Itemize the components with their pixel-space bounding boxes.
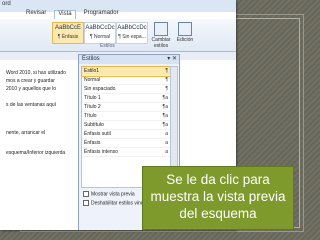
styles-pane-title: Estilos	[82, 56, 100, 62]
tab-revisar[interactable]: Revisar	[26, 10, 46, 19]
callout-box: Se le da clic para muestra la vista prev…	[142, 166, 294, 230]
doc-line: 2010 y aquellos que lo	[6, 86, 57, 92]
style-item-titulo-1[interactable]: Título 1 ¶a	[82, 94, 170, 103]
style-gallery-item-normal[interactable]: AaBbCcDc ¶ Normal	[84, 22, 116, 44]
style-item-subtitulo[interactable]: Subtítulo ¶a	[82, 121, 170, 130]
show-preview-checkbox[interactable]: Mostrar vista previa	[83, 191, 135, 197]
app-title: ord	[2, 1, 11, 7]
style-item-enfasis-intenso[interactable]: Énfasis intenso a	[82, 148, 170, 157]
close-icon[interactable]: ▾ ✕	[167, 55, 177, 64]
style-item-titulo-2[interactable]: Título 2 ¶a	[82, 103, 170, 112]
style-gallery-item-sin-espaciado[interactable]: AaBbCcDc ¶ Sin espa...	[116, 22, 148, 44]
styles-group-label: Estilos	[100, 43, 115, 49]
doc-line: Word 2010, si has utilizado	[6, 70, 66, 76]
callout-text: Se le da clic para muestra la vista prev…	[150, 172, 286, 221]
ribbon: AaBbCcE ¶ Énfasis AaBbCcDc ¶ Normal AaBb…	[0, 19, 236, 52]
change-styles-button[interactable]: Cambiar estilos	[150, 22, 172, 49]
style-item-titulo[interactable]: Título ¶a	[82, 112, 170, 121]
style-gallery-item-enfasis[interactable]: AaBbCcE ¶ Énfasis	[52, 22, 84, 44]
style-item-enfasis[interactable]: Énfasis a	[82, 139, 170, 148]
styles-pane-header: Estilos ▾ ✕	[79, 55, 179, 64]
tab-programador[interactable]: Programador	[84, 10, 119, 19]
style-item-sin-espaciado[interactable]: Sin espaciado ¶	[82, 85, 170, 94]
doc-line: esquema/Inferior izquierda	[6, 150, 66, 156]
edit-icon	[178, 22, 192, 36]
doc-line: nente, arrancar el	[6, 130, 46, 136]
style-item-normal[interactable]: Normal ¶	[82, 76, 170, 85]
tab-vista[interactable]: Vista	[54, 10, 76, 19]
style-item-estilo1[interactable]: Estilo1 ¶	[81, 66, 171, 77]
change-styles-icon	[154, 22, 168, 36]
ribbon-tabs: Revisar Vista Programador	[26, 10, 119, 19]
edit-button[interactable]: Edición	[174, 22, 196, 46]
doc-line: s de las ventanas aquí	[6, 102, 57, 108]
style-item-enfasis-sutil[interactable]: Énfasis sutil a	[82, 130, 170, 139]
doc-line: mos a crear y guardar	[6, 78, 55, 84]
